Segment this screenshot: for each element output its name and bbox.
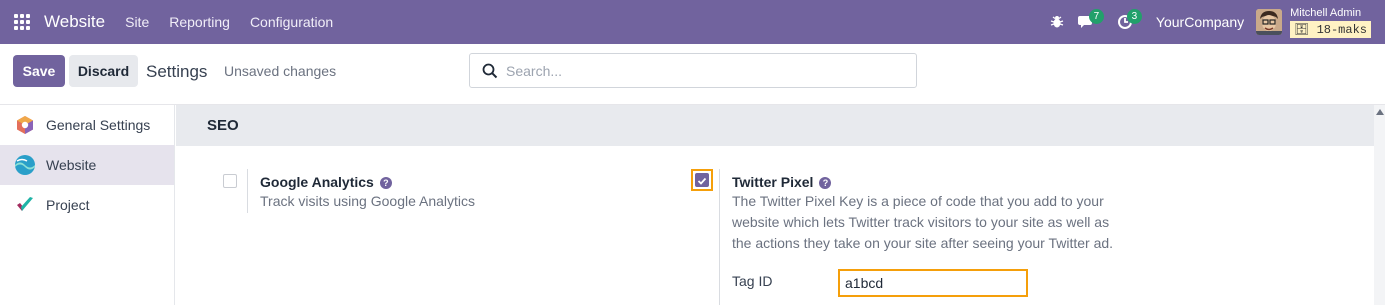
help-question-icon[interactable]: ? — [819, 177, 832, 189]
user-name: Mitchell Admin — [1290, 6, 1362, 19]
settings-main: SEO Google Analytics? Track visits using… — [176, 105, 1374, 305]
menu-site[interactable]: Site — [125, 14, 149, 30]
scroll-up-arrow-icon[interactable] — [1376, 109, 1384, 115]
settings-sidebar: General Settings Website Project — [0, 105, 175, 305]
project-app-icon — [14, 194, 36, 216]
tag-id-label: Tag ID — [732, 273, 773, 289]
activities-clock-icon[interactable]: 3 — [1110, 0, 1142, 44]
app-name[interactable]: Website — [44, 12, 105, 32]
google-analytics-description: Track visits using Google Analytics — [260, 193, 476, 209]
control-panel: Save Discard Settings Unsaved changes — [0, 44, 1385, 105]
debug-bug-icon[interactable] — [1042, 0, 1072, 44]
database-badge: 🗄︎ 18-maks — [1290, 20, 1371, 38]
website-app-icon — [14, 154, 36, 176]
sidebar-item-label: General Settings — [46, 117, 151, 133]
sidebar-item-label: Project — [46, 197, 90, 213]
checkmark-icon — [697, 177, 707, 185]
menu-reporting[interactable]: Reporting — [169, 14, 230, 30]
messages-count-badge: 7 — [1088, 9, 1104, 24]
help-question-icon[interactable]: ? — [379, 177, 392, 189]
discard-button[interactable]: Discard — [69, 55, 138, 87]
section-title-seo: SEO — [176, 105, 1374, 146]
sidebar-item-website[interactable]: Website — [0, 145, 174, 185]
save-button[interactable]: Save — [13, 55, 65, 87]
google-analytics-title: Google Analytics? — [260, 174, 392, 190]
messages-icon[interactable]: 7 — [1072, 0, 1104, 44]
search-input[interactable] — [506, 62, 886, 79]
divider — [247, 169, 248, 213]
top-navbar: Website Site Reporting Configuration 7 3… — [0, 0, 1385, 44]
activities-count-badge: 3 — [1126, 9, 1142, 24]
twitter-pixel-description: The Twitter Pixel Key is a piece of code… — [732, 193, 1114, 251]
search-box[interactable] — [469, 53, 917, 88]
page-title: Settings — [146, 62, 208, 81]
twitter-pixel-title: Twitter Pixel? — [732, 174, 832, 190]
google-analytics-checkbox[interactable] — [223, 174, 237, 188]
menu-configuration[interactable]: Configuration — [250, 14, 333, 30]
odoo-settings-icon — [14, 114, 36, 136]
sidebar-item-general-settings[interactable]: General Settings — [0, 105, 174, 145]
tag-id-input[interactable] — [838, 269, 1028, 297]
divider — [719, 169, 720, 305]
sidebar-item-label: Website — [46, 157, 97, 173]
user-avatar[interactable] — [1256, 9, 1283, 35]
company-switcher[interactable]: YourCompany — [1156, 14, 1244, 30]
database-icon: 🗄︎ — [1294, 22, 1310, 37]
user-menu[interactable]: Mitchell Admin 🗄︎ 18-maks — [1290, 7, 1371, 38]
sidebar-item-project[interactable]: Project — [0, 185, 174, 225]
scrollbar[interactable] — [1374, 105, 1385, 305]
twitter-pixel-checkbox[interactable] — [695, 173, 709, 187]
unsaved-status: Unsaved changes — [224, 63, 337, 79]
search-icon — [482, 63, 498, 78]
apps-menu-icon[interactable] — [0, 0, 44, 44]
